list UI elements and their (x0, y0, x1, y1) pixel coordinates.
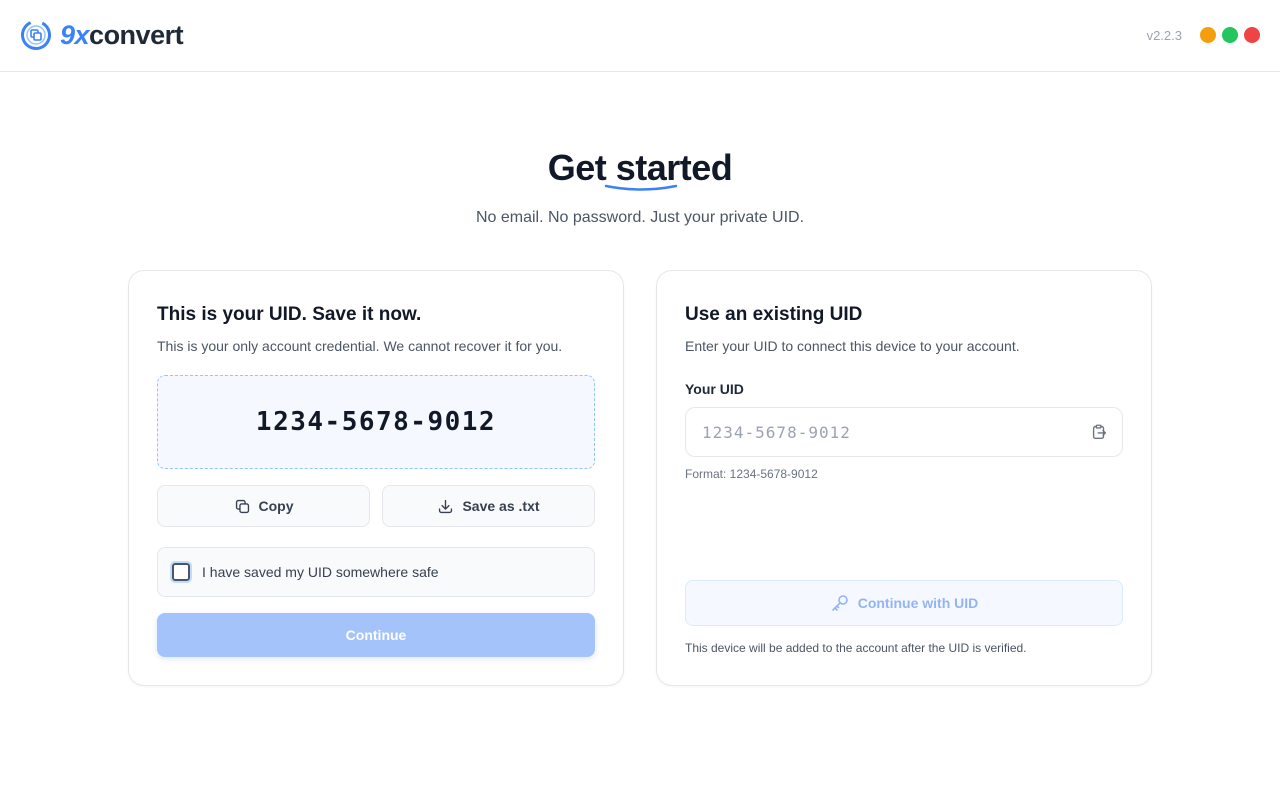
existing-uid-description: Enter your UID to connect this device to… (685, 338, 1020, 354)
existing-uid-title: Use an existing UID (685, 304, 863, 325)
new-uid-card: This is your UID. Save it now. This is y… (128, 270, 624, 686)
minimize-button[interactable] (1200, 27, 1216, 43)
copy-label: Copy (258, 498, 294, 514)
continue-with-uid-label: Continue with UID (857, 595, 979, 611)
logo-main-text: convert (89, 20, 184, 50)
continue-with-uid-button[interactable]: Continue with UID (685, 580, 1123, 626)
title-underline-decoration (604, 184, 678, 191)
top-bar: 9xconvert v2.2.3 (0, 0, 1280, 72)
maximize-button[interactable] (1222, 27, 1238, 43)
uid-input[interactable] (686, 408, 1076, 456)
hero: Get started No email. No password. Just … (0, 140, 1280, 228)
app-logo[interactable]: 9xconvert (20, 18, 184, 52)
uid-format-hint: Format: 1234-5678-9012 (685, 467, 818, 481)
key-icon (831, 595, 848, 611)
window-controls (1200, 27, 1260, 43)
save-as-txt-button[interactable]: Save as .txt (382, 485, 595, 527)
save-label: Save as .txt (462, 498, 540, 514)
logo-icon (21, 20, 51, 50)
uid-input-container (685, 407, 1123, 457)
download-icon (439, 499, 453, 513)
saved-checkbox[interactable] (170, 561, 192, 583)
saved-checkbox-label: I have saved my UID somewhere safe (202, 564, 439, 580)
new-uid-description: This is your only account credential. We… (157, 338, 563, 354)
page-subtitle: No email. No password. Just your private… (475, 209, 805, 226)
uid-field-label: Your UID (685, 381, 744, 397)
verification-footnote: This device will be added to the account… (685, 641, 1027, 655)
close-button[interactable] (1244, 27, 1260, 43)
logo-wordmark: 9xconvert (60, 18, 184, 52)
copy-button[interactable]: Copy (157, 485, 370, 527)
uid-value[interactable]: 1234-5678-9012 (256, 407, 496, 437)
continue-button[interactable]: Continue (157, 613, 595, 657)
existing-uid-card: Use an existing UID Enter your UID to co… (656, 270, 1152, 686)
new-uid-title: This is your UID. Save it now. (157, 304, 422, 325)
paste-icon[interactable] (1090, 423, 1108, 441)
copy-icon (235, 499, 249, 513)
version-label: v2.2.3 (1146, 28, 1182, 43)
uid-display: 1234-5678-9012 (157, 375, 595, 469)
saved-confirmation[interactable]: I have saved my UID somewhere safe (157, 547, 595, 597)
logo-accent-text: 9x (60, 20, 90, 50)
